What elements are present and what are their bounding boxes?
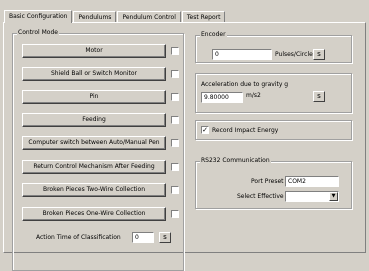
record-impact-checkbox[interactable]: ✓ xyxy=(201,126,209,134)
two-wire-collection-checkbox[interactable] xyxy=(171,186,179,194)
control-mode-title: Control Mode xyxy=(17,29,59,37)
pin-checkbox[interactable] xyxy=(171,93,179,101)
rs232-title: RS232 Communication xyxy=(200,157,271,165)
auto-manual-pen-button[interactable]: Computer switch between Auto/Manual Pen xyxy=(22,136,166,150)
action-time-label: Action Time of Classification xyxy=(36,234,121,241)
record-impact-label: Record Impact Energy xyxy=(212,127,279,134)
encoder-input[interactable]: 0 xyxy=(212,49,272,60)
acceleration-input[interactable]: 9.80000 xyxy=(201,92,243,103)
one-wire-collection-checkbox[interactable] xyxy=(171,210,179,218)
action-time-set-button[interactable]: s xyxy=(159,232,171,243)
action-time-input[interactable]: 0 xyxy=(132,232,154,243)
chevron-down-icon[interactable]: ▼ xyxy=(329,192,338,201)
shield-ball-switch-monitor-button[interactable]: Shield Ball or Switch Monitor xyxy=(22,67,166,81)
shield-ball-switch-monitor-checkbox[interactable] xyxy=(171,70,179,78)
acceleration-unit: m/s2 xyxy=(246,92,261,99)
tab-panel: Control Mode Motor Shield Ball or Switch… xyxy=(3,22,366,271)
return-control-mechanism-button[interactable]: Return Control Mechanism After Feeding xyxy=(22,160,166,174)
acceleration-label: Acceleration due to gravity g xyxy=(201,81,289,88)
encoder-title: Encoder xyxy=(200,31,227,39)
one-wire-collection-button[interactable]: Broken Pieces One-Wire Collection xyxy=(22,207,166,221)
encoder-unit: Pulses/Circle xyxy=(275,51,313,58)
motor-button[interactable]: Motor xyxy=(22,44,166,58)
two-wire-collection-button[interactable]: Broken Pieces Two-Wire Collection xyxy=(22,183,166,197)
return-control-mechanism-checkbox[interactable] xyxy=(171,163,179,171)
acceleration-set-button[interactable]: s xyxy=(313,91,325,102)
motor-checkbox[interactable] xyxy=(171,47,179,55)
effective-port-select[interactable]: ▼ xyxy=(285,191,339,202)
pin-button[interactable]: Pin xyxy=(22,90,166,104)
feeding-checkbox[interactable] xyxy=(171,116,179,124)
feeding-button[interactable]: Feeding xyxy=(22,113,166,127)
encoder-set-button[interactable]: s xyxy=(313,49,325,60)
port-preset-label: Port Preset xyxy=(251,178,284,185)
port-preset-input[interactable]: COM2 xyxy=(285,176,339,187)
tab-basic-configuration[interactable]: Basic Configuration xyxy=(4,10,73,23)
auto-manual-pen-checkbox[interactable] xyxy=(171,139,179,147)
